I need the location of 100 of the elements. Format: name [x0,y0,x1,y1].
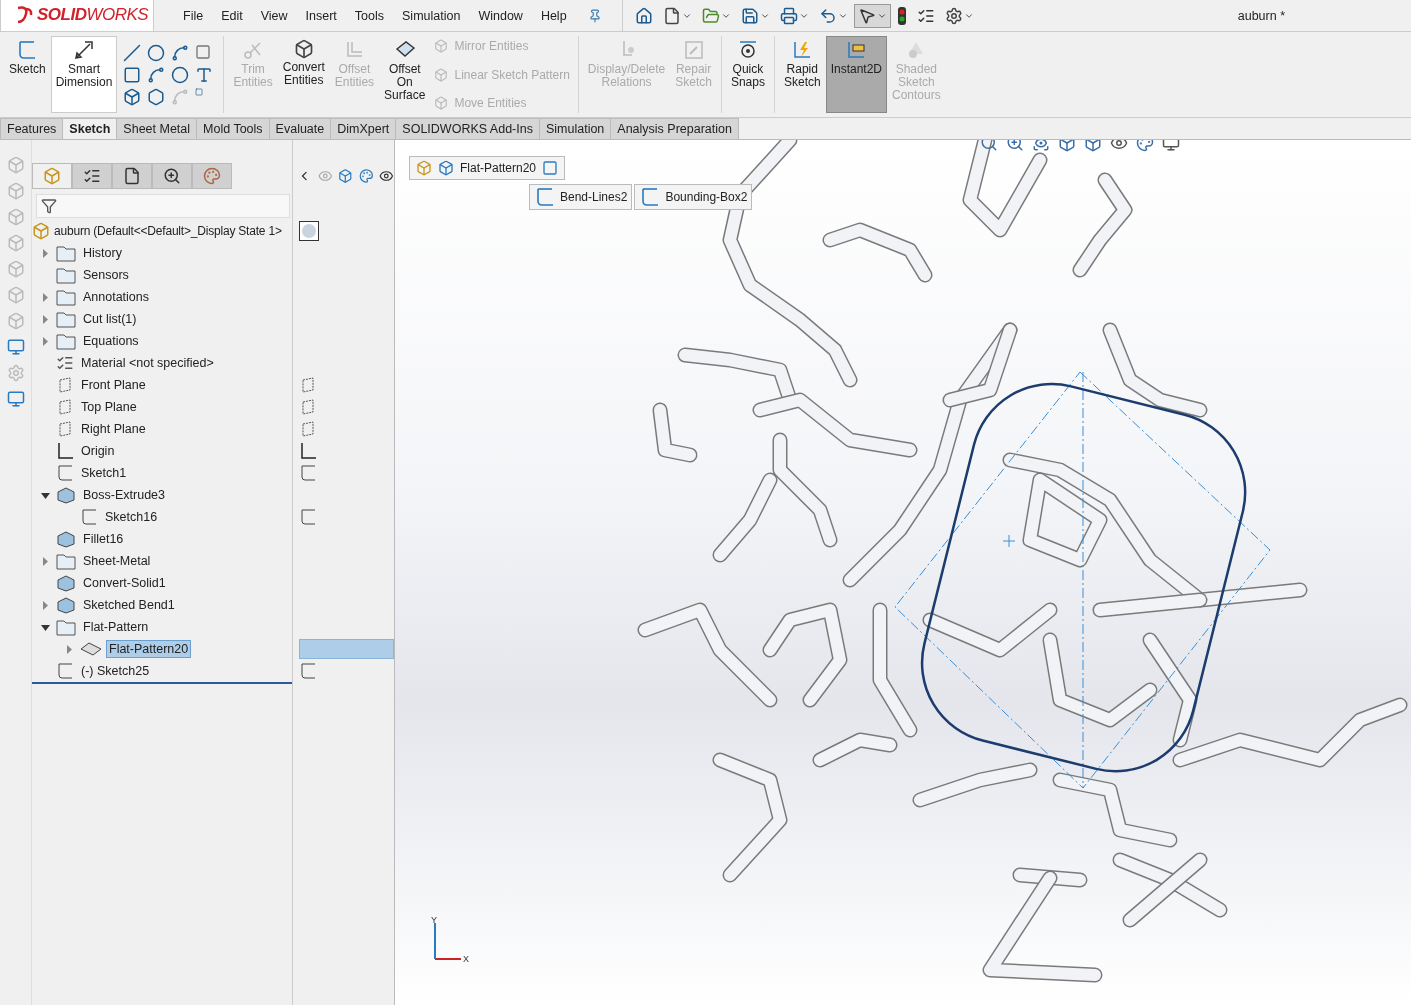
tree-item[interactable]: Boss-Extrude3 [80,486,168,504]
feature-icon [56,596,76,614]
collapse-arrow-icon[interactable] [40,622,50,632]
tree-item[interactable]: Material <not specified> [78,354,217,372]
tree-item[interactable]: Sheet-Metal [80,552,154,570]
ellipse-icon[interactable] [171,65,190,84]
tree-item[interactable]: Convert-Solid1 [80,574,169,592]
menu-item[interactable]: Edit [212,8,252,23]
appearance-icon[interactable] [358,168,374,184]
expand-arrow-icon[interactable] [40,336,50,346]
expand-arrow-icon[interactable] [40,556,50,566]
ribbon-tab[interactable]: DimXpert [330,118,397,139]
line-icon[interactable] [123,43,142,62]
tree-item[interactable]: Flat-Pattern20 [106,640,192,658]
tree-item[interactable]: Right Plane [78,420,149,438]
cube-icon[interactable] [338,168,353,184]
ruler-icon [845,39,868,61]
toolbar-button[interactable] [853,3,891,28]
ribbon-button[interactable]: Sketch [4,36,51,113]
plane-icon [299,376,317,394]
tree-item[interactable]: Cut list(1) [80,310,140,328]
menu-item[interactable]: Help [531,8,576,23]
ribbon-tab[interactable]: Mold Tools [196,118,270,139]
ribbon-button[interactable]: Instant2D [825,36,887,113]
ribbon-tab[interactable]: Features [0,118,64,139]
menu-item[interactable]: Tools [345,8,394,23]
rectangle-icon[interactable] [123,65,142,84]
text-icon[interactable] [195,65,214,84]
tree-item[interactable]: Sketch16 [102,508,161,526]
tree-item[interactable]: (-) Sketch25 [78,662,153,680]
expand-arrow-icon[interactable] [40,292,50,302]
breadcrumb-child[interactable]: Bounding-Box2 [634,184,753,210]
display-icon[interactable] [6,338,25,356]
filter-icon [41,198,57,214]
part-icon [32,222,50,240]
tree-item[interactable]: History [80,244,125,262]
polygon-icon[interactable] [147,87,166,106]
ribbon-tab[interactable]: Simulation [538,118,612,139]
ribbon-button[interactable]: Smart Dimension [50,36,118,113]
tree-item[interactable]: Flat-Pattern [80,618,152,636]
tree-item[interactable]: Equations [80,332,142,350]
tree-item[interactable]: Front Plane [78,376,149,394]
origin-icon [299,442,317,460]
folder-icon [56,332,76,350]
spline-icon[interactable] [171,43,190,62]
menu-item[interactable]: View [251,8,297,23]
pin-icon[interactable] [587,8,602,23]
tree-item[interactable]: Origin [78,442,118,460]
expand-arrow-icon[interactable] [40,314,50,324]
new-file-icon [662,6,681,25]
expand-arrow-icon[interactable] [64,644,74,654]
dimxpert-tab[interactable] [152,163,192,189]
arc-icon[interactable] [147,65,166,84]
ribbon-button[interactable]: Convert Entities [277,36,330,113]
menu-item[interactable]: Simulation [393,8,470,23]
sketch-icon [80,508,98,526]
folder-icon [56,552,76,570]
screen-icon[interactable] [6,390,25,408]
sketch-icon [56,662,74,680]
tree-item[interactable]: Fillet16 [80,530,127,548]
ribbon-tab[interactable]: SOLIDWORKS Add-Ins [395,118,540,139]
tree-item[interactable]: Annotations [80,288,153,306]
ribbon-tab[interactable]: Sheet Metal [116,118,198,139]
folder-icon [56,310,76,328]
feature-icon [56,574,76,592]
breadcrumb-item[interactable]: Flat-Pattern20 [460,161,537,175]
document-title: auburn * [1237,8,1285,23]
settings-icon [944,6,963,25]
tree-item[interactable]: auburn (Default<<Default>_Display State 1> [54,224,282,238]
tree-item[interactable]: Sketch1 [78,464,130,482]
command-icon [434,39,449,53]
expand-arrow-icon[interactable] [40,600,50,610]
feature-icon [56,486,76,504]
filter-field[interactable] [36,194,290,218]
plane-icon [56,398,74,416]
ribbon-button[interactable]: Quick Snaps [725,36,770,113]
menu-item[interactable]: Insert [296,8,346,23]
ribbon-button[interactable]: Offset On Surface [379,36,431,113]
breadcrumb-child[interactable]: Bend-Lines2 [529,184,633,210]
configuration-tab[interactable] [112,163,152,189]
collapse-arrow-icon[interactable] [40,490,50,500]
material-icon [56,354,74,372]
menu-item[interactable]: File [174,8,213,23]
menu-item[interactable]: Window [469,8,532,23]
print-icon [779,6,798,25]
ribbon-button[interactable]: Rapid Sketch [778,36,826,113]
tree-item[interactable]: Sensors [80,266,132,284]
palette-icon [203,167,221,185]
body-icon [438,160,454,176]
logo-mark-icon [15,5,35,25]
sketch-icon [534,186,556,208]
circle-icon[interactable] [147,43,166,62]
sketch-box-icon[interactable] [542,160,559,176]
expand-arrow-icon[interactable] [40,248,50,258]
ribbon-tab[interactable]: Evaluate [268,118,332,139]
tree-item[interactable]: Top Plane [78,398,140,416]
eye-icon[interactable] [379,168,394,184]
ribbon-tab[interactable]: Analysis Preparation [610,118,739,139]
tree-item[interactable]: Sketched Bend1 [80,596,178,614]
property-manager-tab[interactable] [72,163,112,189]
